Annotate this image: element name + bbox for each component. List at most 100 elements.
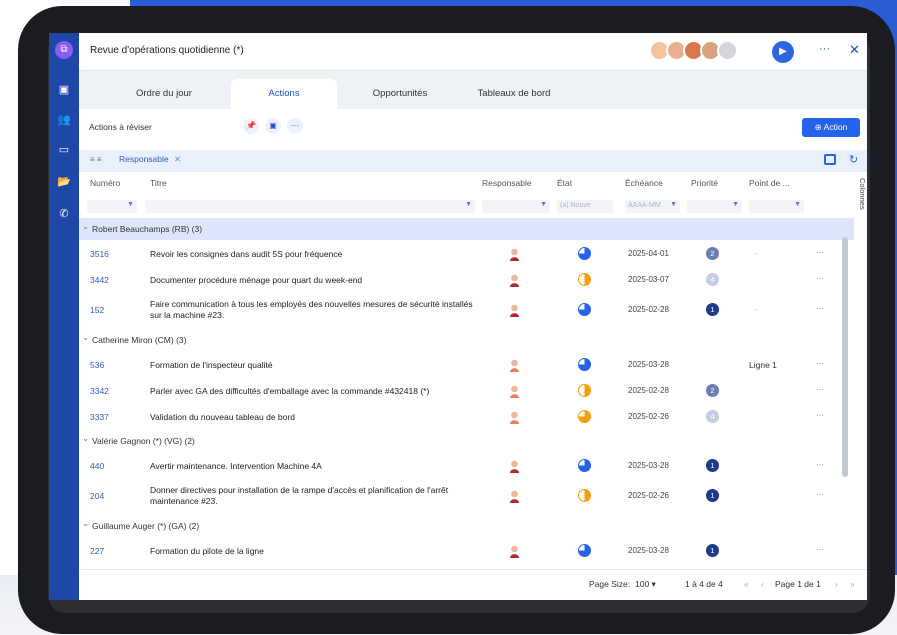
row-more-button[interactable]: ··· bbox=[816, 304, 824, 313]
group-chip-responsable[interactable]: Responsable ✕ bbox=[119, 154, 181, 165]
col-header-etat[interactable]: État bbox=[557, 178, 572, 188]
row-more-button[interactable]: ··· bbox=[816, 460, 824, 469]
action-title[interactable]: Formation de l'inspecteur qualité bbox=[150, 360, 480, 371]
table-row[interactable]: 3516 Revoir les consignes dans audit 5S p… bbox=[79, 241, 854, 267]
table-row[interactable]: 152 Faire communication à tous les employ… bbox=[79, 293, 854, 329]
row-more-button[interactable]: ··· bbox=[816, 385, 824, 394]
priority-badge[interactable]: 1 bbox=[706, 544, 719, 557]
status-progress-icon[interactable] bbox=[578, 303, 591, 316]
col-header-titre[interactable]: Titre bbox=[150, 178, 167, 188]
phone-icon[interactable]: ✆ bbox=[49, 205, 79, 223]
action-title[interactable]: Parler avec GA des difficultés d'emballa… bbox=[150, 386, 480, 397]
status-progress-icon[interactable] bbox=[578, 273, 591, 286]
scrollbar-thumb[interactable] bbox=[842, 237, 848, 477]
saved-view-select[interactable]: Actions à réviser bbox=[89, 118, 229, 136]
play-icon[interactable]: ▶ bbox=[772, 41, 794, 63]
col-header-responsable[interactable]: Responsable bbox=[482, 178, 532, 188]
close-button[interactable]: ✕ bbox=[849, 42, 860, 58]
row-more-button[interactable]: ··· bbox=[816, 545, 824, 554]
table-row[interactable]: 3442 Documenter procédure ménage pour qua… bbox=[79, 267, 854, 293]
group-header[interactable]: ⌄ Robert Beauchamps (RB) (3) bbox=[79, 218, 854, 240]
chevron-down-icon[interactable]: ⌄ bbox=[82, 433, 89, 444]
table-row[interactable]: 227 Formation du pilote de la ligne 2025-0… bbox=[79, 538, 854, 564]
priority-badge[interactable]: 1 bbox=[706, 459, 719, 472]
col-header-priorite[interactable]: Priorité bbox=[691, 178, 718, 188]
action-title[interactable]: Faire communication à tous les employés … bbox=[150, 299, 480, 321]
priority-badge[interactable]: 1 bbox=[706, 489, 719, 502]
row-more-button[interactable]: ··· bbox=[816, 248, 824, 257]
page-size-select[interactable]: 100 ▾ bbox=[635, 579, 656, 590]
filter-titre[interactable]: ▼ bbox=[145, 200, 475, 213]
columns-layout-icon[interactable] bbox=[824, 154, 836, 165]
action-title[interactable]: Formation du pilote de la ligne bbox=[150, 546, 480, 557]
group-header[interactable]: ⌄ Catherine Miron (CM) (3) bbox=[79, 329, 854, 351]
row-more-button[interactable]: ··· bbox=[816, 274, 824, 283]
table-row[interactable]: 440 Avertir maintenance. Intervention Mac… bbox=[79, 453, 854, 479]
first-page-button[interactable]: « bbox=[744, 579, 749, 589]
group-chip-remove-icon[interactable]: ✕ bbox=[174, 154, 181, 164]
priority-badge[interactable]: 4 bbox=[706, 273, 719, 286]
refresh-icon[interactable]: ↻ bbox=[849, 153, 858, 166]
next-page-button[interactable]: › bbox=[835, 579, 838, 589]
action-number-link[interactable]: 536 bbox=[90, 360, 104, 370]
status-progress-icon[interactable] bbox=[578, 247, 591, 260]
filter-point[interactable]: ▼ bbox=[749, 200, 804, 213]
last-page-button[interactable]: » bbox=[850, 579, 855, 589]
status-progress-icon[interactable] bbox=[578, 459, 591, 472]
team-icon[interactable]: 👥 bbox=[49, 111, 79, 129]
col-header-point[interactable]: Point de ... bbox=[749, 178, 790, 188]
status-progress-icon[interactable] bbox=[578, 358, 591, 371]
col-header-numero[interactable]: Numéro bbox=[90, 178, 120, 188]
table-row[interactable]: 536 Formation de l'inspecteur qualité 2025… bbox=[79, 352, 854, 378]
action-number-link[interactable]: 440 bbox=[90, 461, 104, 471]
action-number-link[interactable]: 3342 bbox=[90, 386, 109, 396]
chevron-down-icon[interactable]: ⌄ bbox=[82, 332, 89, 343]
tab-tableaux-de-bord[interactable]: Tableaux de bord bbox=[461, 79, 567, 109]
table-row[interactable]: 3342 Parler avec GA des difficultés d'emb… bbox=[79, 378, 854, 404]
action-number-link[interactable]: 227 bbox=[90, 546, 104, 556]
table-row[interactable]: 204 Donner directives pour installation d… bbox=[79, 479, 854, 515]
status-progress-icon[interactable] bbox=[578, 544, 591, 557]
columns-side-panel-toggle[interactable]: Colonnes bbox=[856, 178, 867, 248]
save-icon[interactable]: ▣ bbox=[265, 118, 281, 134]
action-number-link[interactable]: 3337 bbox=[90, 412, 109, 422]
group-header[interactable]: ⌄ Guillaume Auger (*) (GA) (2) bbox=[79, 515, 854, 537]
action-number-link[interactable]: 152 bbox=[90, 305, 104, 315]
col-header-echeance[interactable]: Échéance bbox=[625, 178, 663, 188]
filter-responsable[interactable]: ▼ bbox=[482, 200, 550, 213]
action-title[interactable]: Revoir les consignes dans audit 5S pour … bbox=[150, 249, 480, 260]
priority-badge[interactable]: 2 bbox=[706, 384, 719, 397]
action-number-link[interactable]: 204 bbox=[90, 491, 104, 501]
tab-opportunites[interactable]: Opportunités bbox=[347, 79, 453, 109]
prev-page-button[interactable]: ‹ bbox=[761, 579, 764, 589]
filter-priorite[interactable]: ▼ bbox=[687, 200, 742, 213]
chevron-down-icon[interactable]: ⌄ bbox=[82, 221, 89, 232]
filter-echeance[interactable]: AAAA-MM ▼ bbox=[625, 200, 680, 213]
pin-icon[interactable]: 📌 bbox=[243, 118, 259, 134]
folder-icon[interactable]: 📂 bbox=[49, 173, 79, 191]
priority-badge[interactable]: 4 bbox=[706, 410, 719, 423]
grid-scrollbar[interactable] bbox=[842, 197, 848, 527]
status-progress-icon[interactable] bbox=[578, 384, 591, 397]
row-more-button[interactable]: ··· bbox=[816, 359, 824, 368]
tab-ordre-du-jour[interactable]: Ordre du jour bbox=[114, 79, 214, 109]
row-more-button[interactable]: ··· bbox=[816, 490, 824, 499]
chat-icon[interactable]: ▭ bbox=[49, 141, 79, 159]
action-title[interactable]: Validation du nouveau tableau de bord bbox=[150, 412, 480, 423]
filter-numero[interactable]: ▼ bbox=[87, 200, 137, 213]
action-number-link[interactable]: 3516 bbox=[90, 249, 109, 259]
status-progress-icon[interactable] bbox=[578, 489, 591, 502]
avatar[interactable] bbox=[717, 40, 738, 61]
calendar-icon[interactable]: ▣ bbox=[49, 81, 79, 99]
row-more-button[interactable]: ··· bbox=[816, 411, 824, 420]
action-number-link[interactable]: 3442 bbox=[90, 275, 109, 285]
toolbar-more-button[interactable]: ··· bbox=[287, 118, 303, 134]
priority-badge[interactable]: 2 bbox=[706, 247, 719, 260]
tab-actions[interactable]: Actions bbox=[231, 79, 337, 109]
priority-badge[interactable]: 1 bbox=[706, 303, 719, 316]
group-header[interactable]: ⌄ Valérie Gagnon (*) (VG) (2) bbox=[79, 430, 854, 452]
chevron-down-icon[interactable]: ⌄ bbox=[82, 518, 89, 529]
table-row[interactable]: 3337 Validation du nouveau tableau de bor… bbox=[79, 404, 854, 430]
more-options-button[interactable]: ··· bbox=[819, 43, 830, 55]
action-title[interactable]: Documenter procédure ménage pour quart d… bbox=[150, 275, 480, 286]
